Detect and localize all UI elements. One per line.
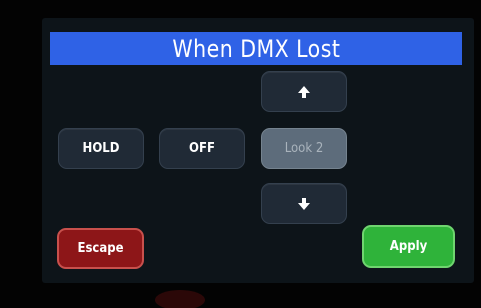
page-title: When DMX Lost xyxy=(172,34,340,63)
hold-button[interactable]: HOLD xyxy=(58,128,144,169)
arrow-down-icon xyxy=(297,197,311,211)
apply-button[interactable]: Apply xyxy=(362,225,455,268)
look-up-button[interactable] xyxy=(261,71,347,112)
escape-button[interactable]: Escape xyxy=(57,228,144,269)
off-button[interactable]: OFF xyxy=(159,128,245,169)
power-led-glow xyxy=(155,290,205,308)
device-bezel: When DMX Lost HOLD OFF Look 2 Escape App… xyxy=(0,0,481,308)
title-bar: When DMX Lost xyxy=(50,32,462,65)
arrow-up-icon xyxy=(297,85,311,99)
touch-screen: When DMX Lost HOLD OFF Look 2 Escape App… xyxy=(42,18,474,283)
look-down-button[interactable] xyxy=(261,183,347,224)
look-button[interactable]: Look 2 xyxy=(261,128,347,169)
